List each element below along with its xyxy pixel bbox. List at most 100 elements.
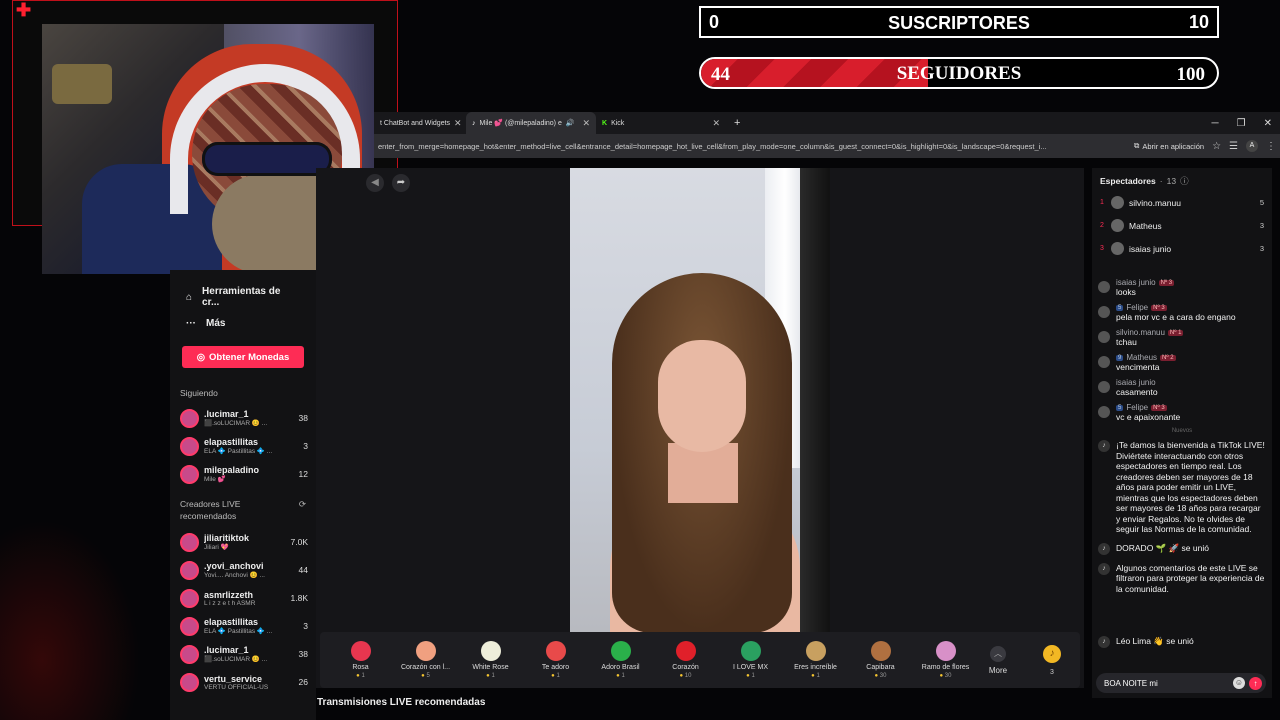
recommended-header: Creadores LIVE recomendados ⟳ — [170, 488, 316, 528]
chat-panel: Espectadores · 13 ⓘ 1 silvino.manuu 5 2 Math… — [1092, 168, 1272, 698]
tab-chatbot[interactable]: t ChatBot and Widgets ✕ — [374, 112, 466, 134]
gift-item[interactable]: Corazón con l... ● 5 — [393, 641, 458, 679]
gift-item[interactable]: Ramo de flores ● 30 — [913, 641, 978, 679]
arrow-right-icon[interactable]: ➦ — [392, 174, 410, 192]
star-icon[interactable]: ☆ — [1212, 141, 1221, 152]
gift-item[interactable]: Eres increíble ● 1 — [783, 641, 848, 679]
recommended-item[interactable]: .yovi_anchovi Yovi.... Anchovi 😊 ... 44 — [170, 556, 316, 584]
chat-message[interactable]: isaias junio Nº 3 looks — [1092, 278, 1272, 297]
gift-item[interactable]: White Rose ● 1 — [458, 641, 523, 679]
get-coins-button[interactable]: ◎ Obtener Monedas — [182, 346, 304, 368]
chat-divider: Nuevos — [1171, 428, 1193, 434]
chat-input-box[interactable]: ☺ ↑ — [1096, 673, 1266, 693]
open-in-app-label: Abrir en aplicación — [1142, 141, 1205, 151]
spectator-name: Matheus — [1129, 220, 1162, 231]
plus-icon: ✚ — [16, 0, 32, 20]
rank-badge: Nº 1 — [1167, 329, 1184, 336]
recommended-item[interactable]: jiliaritiktok Jiliari 💖 7.0K — [170, 528, 316, 556]
user-name: .lucimar_1 — [204, 645, 249, 655]
gift-item[interactable]: Rosa ● 1 — [328, 641, 393, 679]
chat-message[interactable]: silvino.manuu Nº 1 tchau — [1092, 328, 1272, 347]
gift-item[interactable]: I LOVE MX ● 1 — [718, 641, 783, 679]
address-bar[interactable]: enter_from_merge=homepage_hot&enter_meth… — [374, 134, 1280, 158]
gift-bar: Rosa ● 1 Corazón con l... ● 5 White Rose ● 1T… — [320, 632, 1080, 688]
tiktok-icon: ♪ — [1098, 636, 1110, 648]
send-button[interactable]: ↑ — [1249, 676, 1262, 690]
system-message: ♪ Algunos comentarios de este LIVE se fil… — [1092, 562, 1272, 595]
spectator-row[interactable]: 1 silvino.manuu 5 — [1092, 191, 1272, 214]
gift-price: ● 30 — [940, 673, 952, 679]
tab-kick[interactable]: K Kick ✕ — [596, 112, 726, 134]
chat-message[interactable]: 5 Felipe Nº 3 vc e apaixonante — [1092, 403, 1272, 422]
home-icon: ⌂ — [186, 291, 193, 303]
tiktok-icon: ♪ — [472, 119, 476, 127]
gift-name: White Rose — [472, 664, 509, 671]
recommended-item[interactable]: elapastillitas ELA 💠 Pastillitas 💠 ... 3 — [170, 612, 316, 640]
tab-tiktok[interactable]: ♪ Mile 💕 (@milepaladino) e 🔊 ✕ — [466, 112, 596, 134]
recommended-item[interactable]: asmrlizzeth L i z z e t h ASMR 1.8K — [170, 584, 316, 612]
chat-input[interactable] — [1104, 678, 1229, 688]
chat-message[interactable]: 5 Felipe Nº 3 pela mor vc e a cara do engan… — [1092, 303, 1272, 322]
lamp-shape — [52, 64, 112, 104]
tab-strip: t ChatBot and Widgets ✕ ♪ Mile 💕 (@milep… — [374, 112, 1280, 134]
viewer-count: 26 — [298, 677, 308, 687]
chat-text: vencimenta — [1116, 362, 1160, 372]
chat-user-line: isaias junio — [1116, 378, 1158, 387]
minimize-icon[interactable]: ─ — [1212, 118, 1219, 129]
gift-item[interactable]: Capibara ● 30 — [848, 641, 913, 679]
window-controls: ─ ❐ ✕ — [1212, 118, 1280, 129]
gift-price: ● 5 — [421, 673, 430, 679]
help-icon[interactable]: ⓘ — [1180, 175, 1189, 187]
following-item[interactable]: .lucimar_1 ⬛.soLUCIMAR 😊 ... 38 — [170, 404, 316, 432]
restore-icon[interactable]: ❐ — [1237, 118, 1246, 129]
more-gifts-button[interactable]: ︿ More — [978, 645, 1018, 675]
viewer-count: 38 — [298, 649, 308, 659]
subscribers-goal: 10 — [1188, 11, 1209, 32]
profile-avatar[interactable]: A — [1246, 140, 1258, 152]
open-in-app-button[interactable]: ⧉ Abrir en aplicación — [1134, 141, 1204, 151]
sidebar-item-creator-tools[interactable]: ⌂ Herramientas de cr... — [170, 284, 316, 310]
spectator-row[interactable]: 3 isaias junio 3 — [1092, 237, 1272, 260]
recommended-item[interactable]: vertu_service VERTU OFFICIAL-US 26 — [170, 668, 316, 696]
following-item[interactable]: milepaladino Mile 💕 12 — [170, 460, 316, 488]
close-icon[interactable]: ✕ — [454, 118, 462, 129]
chat-user-line: silvino.manuu Nº 1 — [1116, 328, 1184, 337]
gift-item[interactable]: Te adoro ● 1 — [523, 641, 588, 679]
system-message-text: Léo Lima 👋 se unió — [1116, 636, 1194, 646]
sidebar-item-more[interactable]: ··· Más — [170, 310, 316, 336]
chat-message[interactable]: 9 Matheus Nº 2 vencimenta — [1092, 353, 1272, 372]
spectator-name: silvino.manuu — [1129, 197, 1181, 208]
gift-item[interactable]: Adoro Brasil ● 1 — [588, 641, 653, 679]
kebab-menu-icon[interactable]: ⋮ — [1266, 141, 1276, 152]
rank-badge: Nº 3 — [1151, 404, 1167, 411]
gift-item[interactable]: Corazón ● 10 — [653, 641, 718, 679]
spectator-row[interactable]: 2 Matheus 3 — [1092, 214, 1272, 237]
chat-message[interactable]: isaias junio casamento — [1092, 378, 1272, 397]
speaker-icon[interactable]: 🔊 — [566, 119, 575, 127]
chevron-up-icon: ︿ — [990, 645, 1006, 662]
new-tab-button[interactable]: + — [726, 117, 748, 129]
refresh-icon[interactable]: ⟳ — [299, 498, 306, 510]
recommended-item[interactable]: .lucimar_1 ⬛.soLUCIMAR 😊 ... 38 — [170, 640, 316, 668]
close-window-icon[interactable]: ✕ — [1264, 118, 1272, 129]
live-stage: ◀ ➦ Rosa ● 1 Corazón con l... ● 5 White Rose… — [316, 168, 1084, 688]
live-video[interactable] — [570, 168, 830, 632]
url-text[interactable]: enter_from_merge=homepage_hot&enter_meth… — [378, 142, 1126, 151]
viewer-count: 7.0K — [290, 537, 309, 547]
user-subtitle: Yovi.... Anchovi 😊 ... — [204, 572, 265, 579]
arrow-left-icon[interactable]: ◀ — [366, 174, 384, 192]
close-icon[interactable]: ✕ — [712, 118, 720, 129]
user-subtitle: ⬛.soLUCIMAR 😊 ... — [204, 420, 268, 427]
spectator-rank: 3 — [1100, 245, 1104, 252]
close-icon[interactable]: ✕ — [582, 118, 590, 129]
video-doorframe — [800, 168, 830, 632]
video-person-face — [658, 340, 746, 452]
gift-price-value: 10 — [684, 673, 692, 679]
emoji-icon[interactable]: ☺ — [1233, 677, 1245, 689]
queue-icon[interactable]: ☰ — [1229, 141, 1238, 152]
coin-balance-button[interactable]: ♪ 3 — [1032, 644, 1072, 676]
following-item[interactable]: elapastillitas ELA 💠 Pastillitas 💠 ... 3 — [170, 432, 316, 460]
user-names: .yovi_anchovi Yovi.... Anchovi 😊 ... — [204, 561, 294, 579]
rank-badge: Nº 3 — [1151, 304, 1167, 311]
